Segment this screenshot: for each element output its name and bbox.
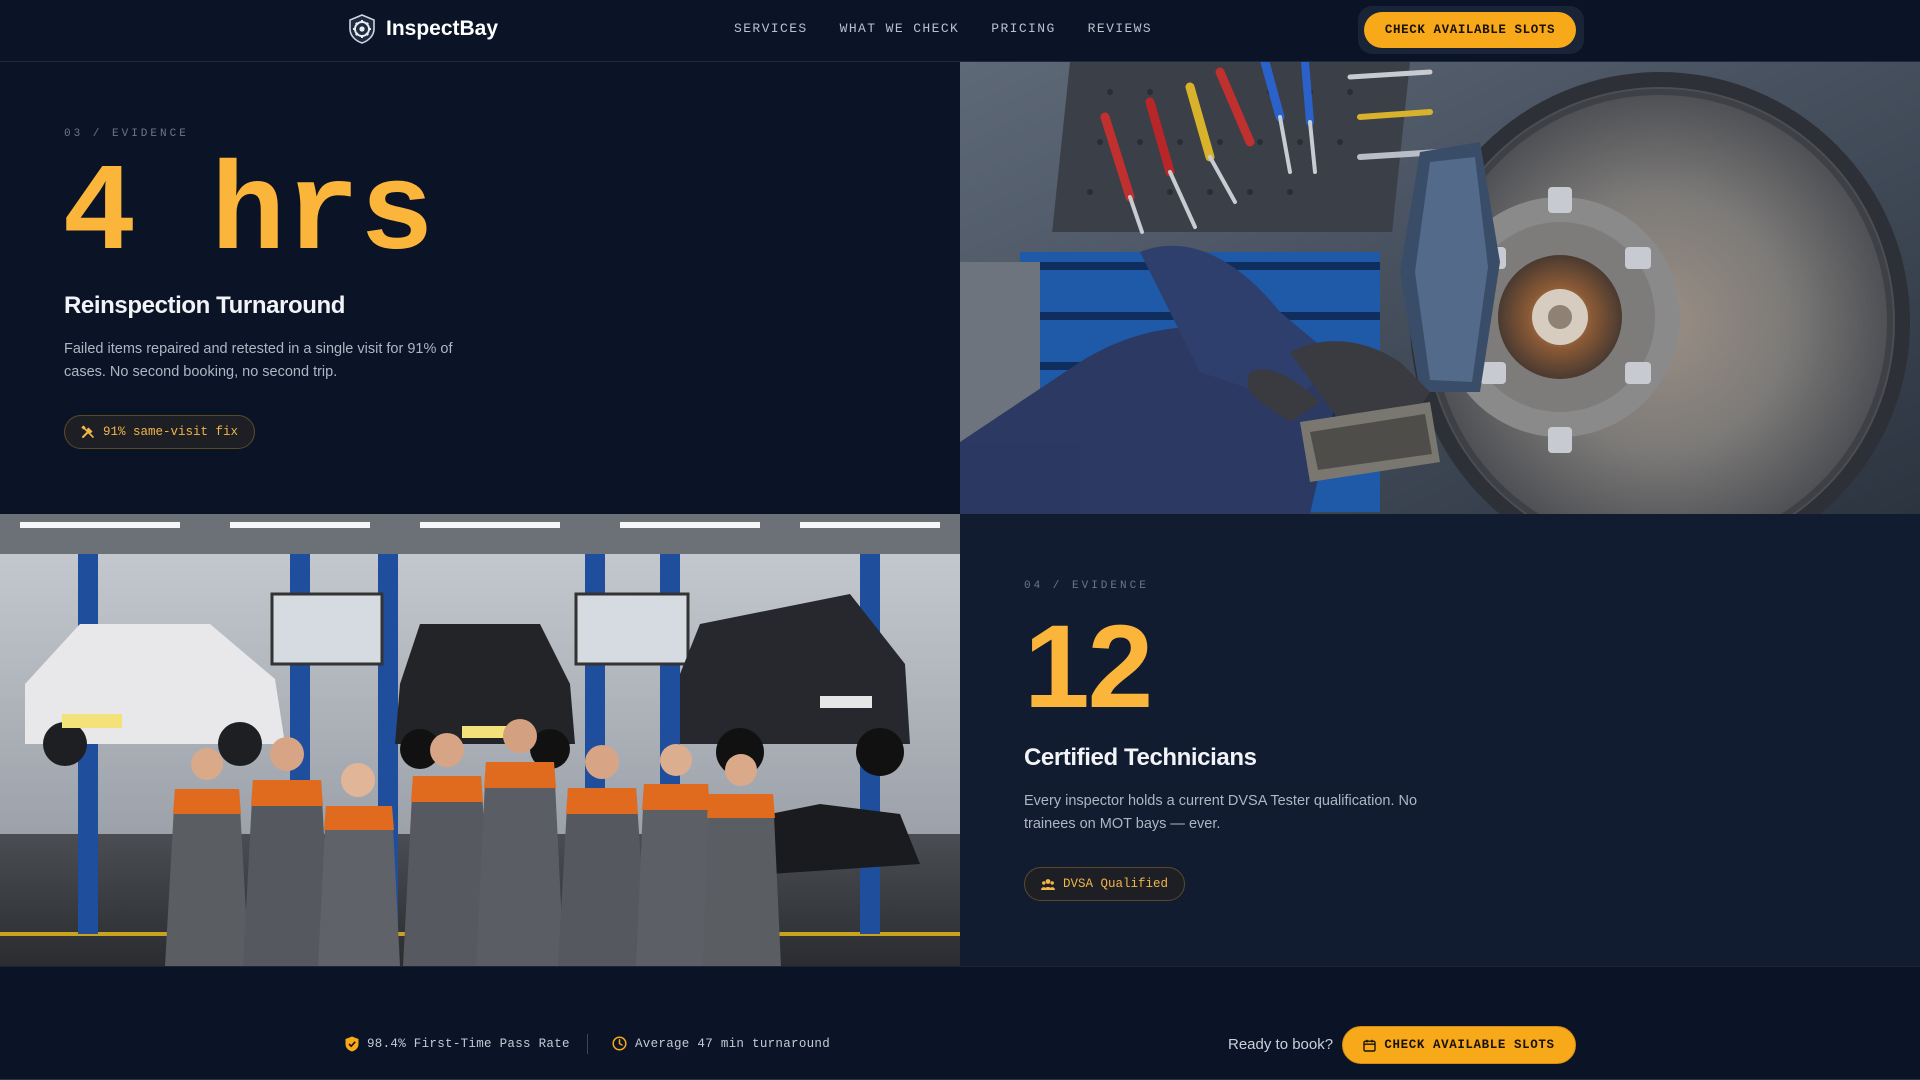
team-icon bbox=[1041, 879, 1055, 890]
calendar-icon bbox=[1363, 1039, 1377, 1052]
shield-gear-icon bbox=[349, 14, 375, 44]
same-visit-fix-badge: 91% same-visit fix bbox=[64, 415, 256, 449]
evidence-description: Every inspector holds a current DVSA Tes… bbox=[1024, 793, 1418, 832]
nav-pricing[interactable]: PRICING bbox=[991, 21, 1055, 36]
evidence-reinspection-panel: 03 / EVIDENCE 4 hrs Reinspection Turnaro… bbox=[0, 62, 960, 514]
check-slots-button[interactable]: CHECK AVAILABLE SLOTS bbox=[1364, 12, 1576, 48]
footer-check-slots-button[interactable]: CHECK AVAILABLE SLOTS bbox=[1342, 1026, 1576, 1064]
dvsa-qualified-badge: DVSA Qualified bbox=[1024, 867, 1186, 901]
header-cta-container: CHECK AVAILABLE SLOTS bbox=[1358, 6, 1584, 54]
shield-check-icon bbox=[345, 1036, 359, 1052]
pass-rate-label: 98.4% First-Time Pass Rate bbox=[367, 1037, 570, 1051]
evidence-description: Failed items repaired and retested in a … bbox=[64, 341, 453, 380]
brake-disc-repair-illustration bbox=[960, 62, 1920, 514]
clock-icon bbox=[612, 1036, 627, 1051]
technician-team-photo bbox=[0, 514, 960, 966]
wrench-screwdriver-icon bbox=[81, 425, 94, 438]
technician-team-illustration bbox=[0, 514, 960, 966]
badge-label: DVSA Qualified bbox=[1063, 877, 1169, 891]
pass-rate-stat: 98.4% First-Time Pass Rate bbox=[345, 1036, 570, 1052]
stat-divider bbox=[587, 1034, 588, 1054]
evidence-number: 4 hrs bbox=[62, 146, 435, 286]
ready-to-book-text: Ready to book? bbox=[1228, 1036, 1334, 1053]
badge-label: 91% same-visit fix bbox=[103, 425, 239, 439]
nav-reviews[interactable]: REVIEWS bbox=[1088, 21, 1152, 36]
brand[interactable]: InspectBay bbox=[348, 14, 498, 44]
evidence-eyebrow: 03 / EVIDENCE bbox=[64, 128, 189, 140]
turnaround-label: Average 47 min turnaround bbox=[635, 1036, 831, 1051]
brake-disc-repair-photo bbox=[960, 62, 1920, 514]
sticky-booking-bar bbox=[0, 966, 1920, 1080]
main-nav: SERVICES WHAT WE CHECK PRICING REVIEWS bbox=[734, 21, 1152, 36]
top-navigation-bar: InspectBay SERVICES WHAT WE CHECK PRICIN… bbox=[0, 0, 1920, 62]
evidence-title: Certified Technicians bbox=[1024, 744, 1257, 771]
brand-name: InspectBay bbox=[386, 17, 499, 40]
nav-what-we-check[interactable]: WHAT WE CHECK bbox=[840, 21, 960, 36]
evidence-eyebrow: 04 / EVIDENCE bbox=[1024, 580, 1149, 592]
turnaround-stat: Average 47 min turnaround bbox=[612, 1036, 830, 1051]
evidence-title: Reinspection Turnaround bbox=[64, 292, 346, 319]
evidence-number: 12 bbox=[1024, 601, 1153, 733]
nav-services[interactable]: SERVICES bbox=[734, 21, 808, 36]
evidence-technicians-panel: 04 / EVIDENCE 12 Certified Technicians E… bbox=[960, 514, 1920, 966]
footer-cta-label: CHECK AVAILABLE SLOTS bbox=[1384, 1038, 1555, 1052]
